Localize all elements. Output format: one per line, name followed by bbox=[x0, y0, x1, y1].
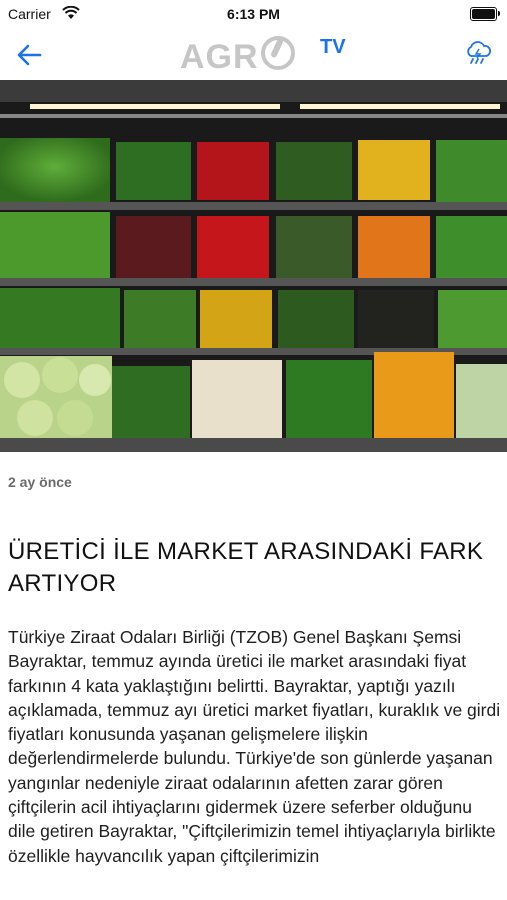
logo-badge: TV bbox=[320, 36, 346, 58]
article-timestamp: 2 ay önce bbox=[8, 474, 72, 490]
clock: 6:13 PM bbox=[227, 6, 280, 22]
logo-leaf-icon bbox=[260, 36, 295, 70]
arrow-left-icon[interactable] bbox=[14, 40, 44, 70]
status-bar: Carrier 6:13 PM bbox=[0, 0, 507, 28]
vegetable-market-photo bbox=[0, 80, 507, 452]
article-title: ÜRETİCİ İLE MARKET ARASINDAKİ FARK ARTIY… bbox=[8, 538, 484, 597]
article-hero-image bbox=[0, 80, 507, 452]
article-body: Türkiye Ziraat Odaları Birliği (TZOB) Ge… bbox=[8, 627, 501, 866]
app-logo: AGR TV bbox=[180, 36, 346, 76]
logo-text: AGR bbox=[180, 38, 259, 76]
nav-bar: AGR TV bbox=[0, 28, 507, 80]
battery-icon bbox=[470, 7, 500, 21]
cloud-rain-icon[interactable] bbox=[463, 38, 493, 68]
